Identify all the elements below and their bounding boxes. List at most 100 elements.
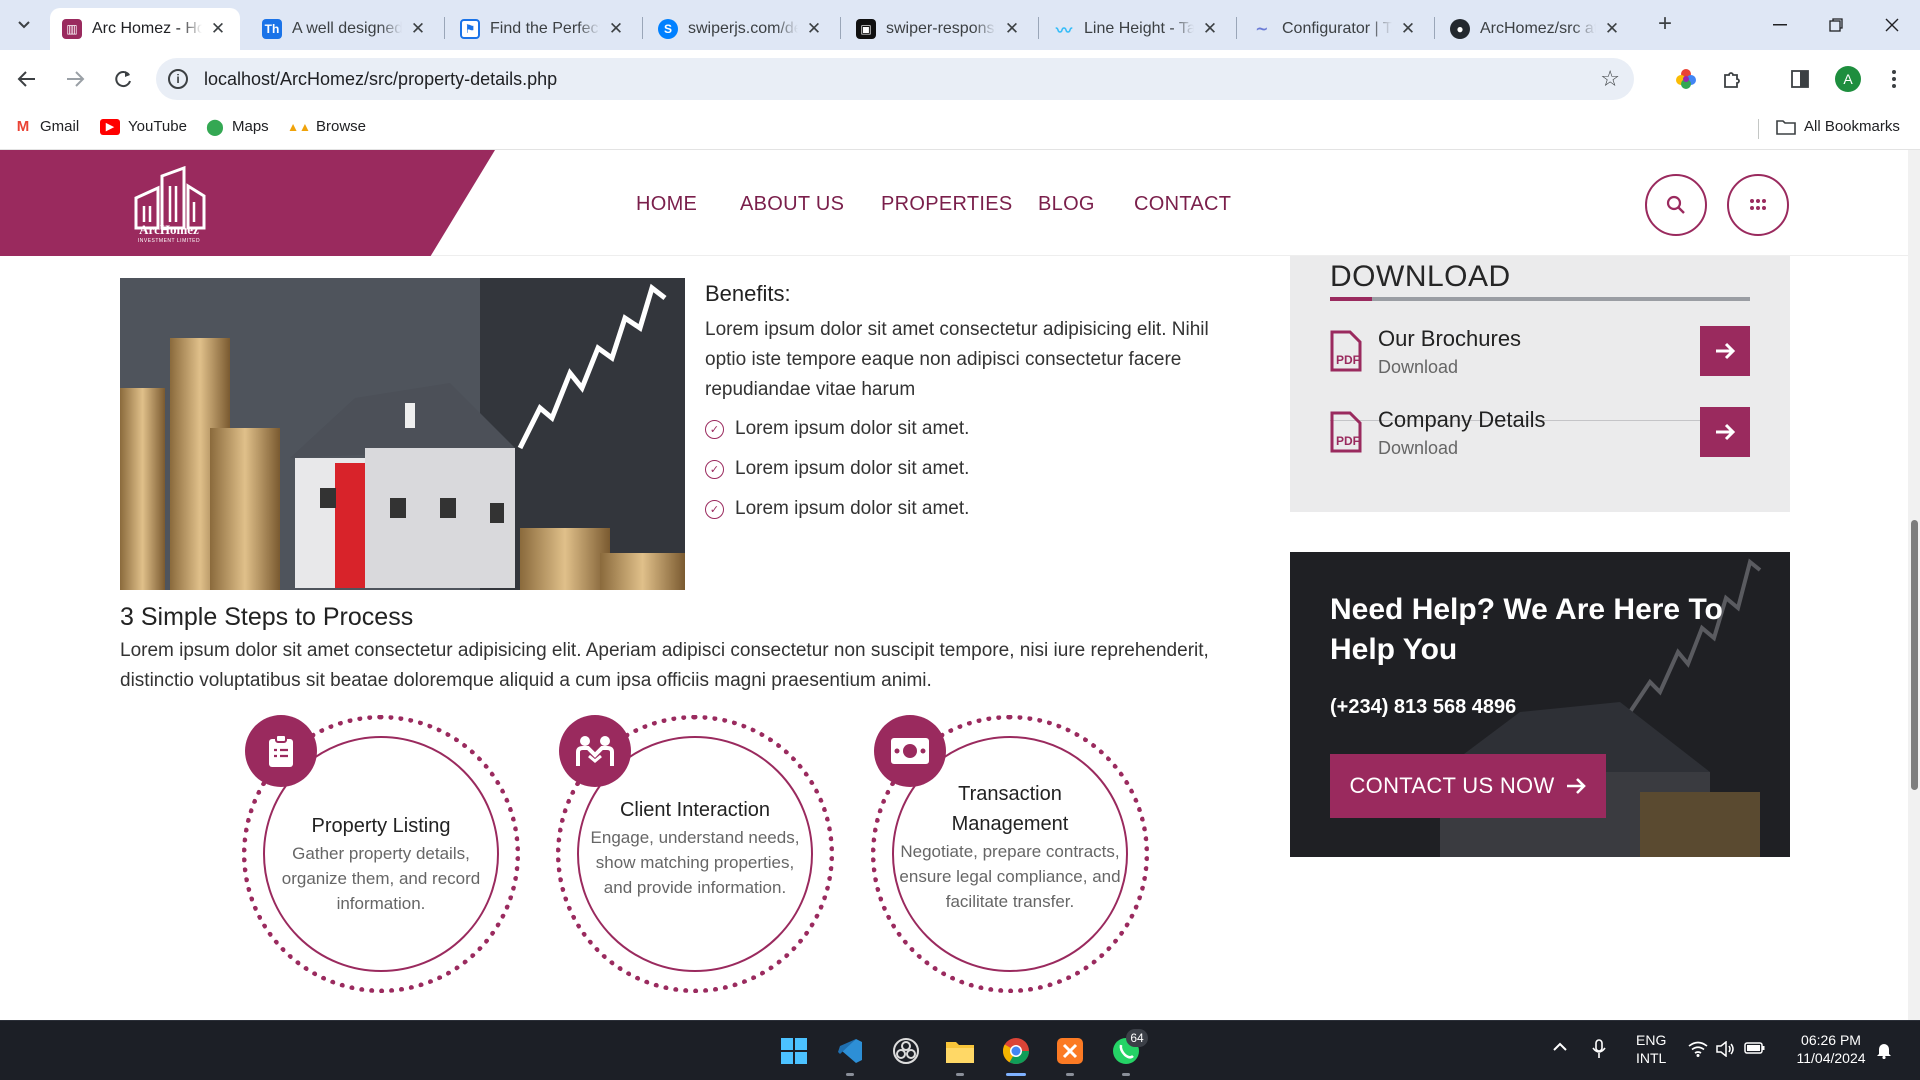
bookmark-gmail[interactable]: M Gmail (14, 118, 79, 135)
reload-button[interactable] (106, 62, 140, 96)
vscode-taskbar-button[interactable] (832, 1033, 868, 1069)
bookmarks-bar: M Gmail ▶ YouTube ⬤ Maps ▲▲ Browse All B… (0, 108, 1920, 150)
restore-button[interactable] (1808, 0, 1864, 50)
file-explorer-taskbar-button[interactable] (942, 1033, 978, 1069)
whatsapp-taskbar-button[interactable]: 64 (1108, 1029, 1148, 1069)
bookmarks-separator (1758, 119, 1759, 139)
microphone-icon (1592, 1039, 1606, 1058)
back-button[interactable] (10, 62, 44, 96)
extensions-button[interactable] (1716, 63, 1748, 95)
minimize-button[interactable] (1752, 0, 1808, 50)
scrollbar-thumb[interactable] (1911, 520, 1918, 790)
nav-properties[interactable]: PROPERTIES (881, 193, 1013, 216)
swiper-favicon: S (658, 19, 678, 39)
minimize-icon (1773, 24, 1787, 26)
notification-badge: 64 (1126, 1029, 1148, 1047)
download-item-brochures[interactable]: PDF Our Brochures Download (1330, 326, 1750, 396)
start-button[interactable] (776, 1033, 812, 1069)
logo-subtitle: INVESTMENT LIMITED (137, 238, 201, 244)
help-phone[interactable]: (+234) 813 568 4896 (1330, 696, 1516, 719)
github-favicon: ● (1450, 19, 1470, 39)
browser-menu-button[interactable] (1878, 63, 1910, 95)
running-indicator (1066, 1073, 1074, 1076)
configurator-favicon: ∼ (1255, 21, 1269, 38)
bookmark-star-icon[interactable]: ☆ (1600, 66, 1620, 92)
folder-icon (1776, 119, 1796, 135)
tab-swiper-responsive[interactable]: ▣ swiper-responsiv ✕ (844, 8, 1034, 50)
xampp-taskbar-button[interactable] (1052, 1033, 1088, 1069)
side-panel-button[interactable] (1784, 63, 1816, 95)
folder-icon (946, 1042, 974, 1063)
pdf-file-icon: PDF (1330, 411, 1362, 453)
wifi-button[interactable] (1688, 1041, 1708, 1061)
bookmark-maps[interactable]: ⬤ Maps (206, 118, 269, 136)
close-tab-icon[interactable]: ✕ (1002, 19, 1022, 39)
pdf-file-icon: PDF (1330, 330, 1362, 372)
profile-avatar[interactable]: A (1835, 66, 1861, 92)
tab-search-button[interactable] (8, 9, 40, 41)
microphone-button[interactable] (1592, 1039, 1606, 1063)
vscode-icon (838, 1039, 862, 1063)
tab-find-perfect[interactable]: ⚑ Find the Perfect ✕ (448, 8, 638, 50)
tab-separator (1038, 17, 1039, 39)
tab-line-height[interactable]: 〰 Line Height - Tai ✕ (1042, 8, 1232, 50)
tab-well-designed[interactable]: Th A well designed ✕ (250, 8, 440, 50)
tab-configurator[interactable]: ∼ Configurator | Ta ✕ (1240, 8, 1430, 50)
close-tab-icon[interactable]: ✕ (804, 19, 824, 39)
close-tab-icon[interactable]: ✕ (1602, 19, 1622, 39)
notifications-button[interactable] (1876, 1041, 1892, 1063)
site-header: ArcHomez INVESTMENT LIMITED HOME ABOUT U… (0, 150, 1908, 256)
new-tab-button[interactable]: + (1652, 12, 1678, 38)
checklist-item: ✓ Lorem ipsum dolor sit amet. (705, 458, 969, 480)
search-button[interactable] (1645, 174, 1707, 236)
codesandbox-favicon: ▣ (856, 19, 876, 39)
battery-button[interactable] (1744, 1041, 1766, 1059)
close-tab-icon[interactable]: ✕ (1398, 19, 1418, 39)
step-content: Property Listing Gather property details… (270, 811, 492, 916)
download-name: Company Details (1378, 407, 1546, 432)
address-bar[interactable]: i localhost/ArcHomez/src/property-detail… (156, 58, 1634, 100)
close-window-button[interactable] (1864, 0, 1920, 50)
tab-separator (444, 17, 445, 39)
bookmark-youtube[interactable]: ▶ YouTube (100, 118, 187, 135)
arrow-left-icon (17, 71, 35, 87)
checklist-item: ✓ Lorem ipsum dolor sit amet. (705, 418, 969, 440)
close-tab-icon[interactable]: ✕ (606, 19, 626, 39)
nav-blog[interactable]: BLOG (1038, 193, 1095, 216)
bookmark-browse[interactable]: ▲▲ Browse (287, 118, 366, 135)
close-tab-icon[interactable]: ✕ (1200, 19, 1220, 39)
tab-archomez[interactable]: ▥ Arc Homez - Ho ✕ (50, 8, 240, 50)
page-scrollbar[interactable] (1908, 150, 1920, 1020)
nav-contact[interactable]: CONTACT (1134, 193, 1231, 216)
language-indicator[interactable]: ENG INTL (1636, 1031, 1666, 1067)
color-extension-icon[interactable] (1670, 63, 1702, 95)
all-bookmarks[interactable]: All Bookmarks (1776, 118, 1900, 135)
contact-us-button[interactable]: CONTACT US NOW (1330, 754, 1606, 818)
steps-intro: Lorem ipsum dolor sit amet consectetur a… (120, 640, 1209, 691)
site-info-icon[interactable]: i (168, 69, 188, 89)
download-arrow-button[interactable] (1700, 407, 1750, 457)
clock[interactable]: 06:26 PM 11/04/2024 (1786, 1031, 1876, 1067)
tab-separator (642, 17, 643, 39)
download-arrow-button[interactable] (1700, 326, 1750, 376)
close-tab-icon[interactable]: ✕ (408, 19, 428, 39)
menu-grid-button[interactable] (1727, 174, 1789, 236)
heading-underline (1330, 297, 1750, 301)
nav-home[interactable]: HOME (636, 193, 697, 216)
download-item-company-details[interactable]: PDF Company Details Download (1330, 407, 1750, 477)
search-icon (1666, 195, 1685, 214)
close-tab-icon[interactable]: ✕ (208, 19, 228, 39)
chevron-down-icon (18, 21, 30, 29)
nav-about-us[interactable]: ABOUT US (740, 193, 844, 216)
tab-swiperjs[interactable]: S swiperjs.com/de ✕ (646, 8, 836, 50)
help-heading: Need Help? We Are Here To Help You (1330, 593, 1723, 666)
tray-overflow-button[interactable] (1552, 1039, 1568, 1057)
tab-github[interactable]: ● ArcHomez/src at ✕ (1438, 8, 1634, 50)
step-content: Client Interaction Engage, understand ne… (584, 795, 806, 900)
obs-taskbar-button[interactable] (888, 1033, 924, 1069)
address-url[interactable]: localhost/ArcHomez/src/property-details.… (204, 69, 557, 90)
volume-button[interactable] (1716, 1040, 1736, 1061)
benefits-text: Lorem ipsum dolor sit amet consectetur a… (705, 319, 1209, 400)
forward-button[interactable] (58, 62, 92, 96)
chrome-taskbar-button[interactable] (998, 1033, 1034, 1069)
